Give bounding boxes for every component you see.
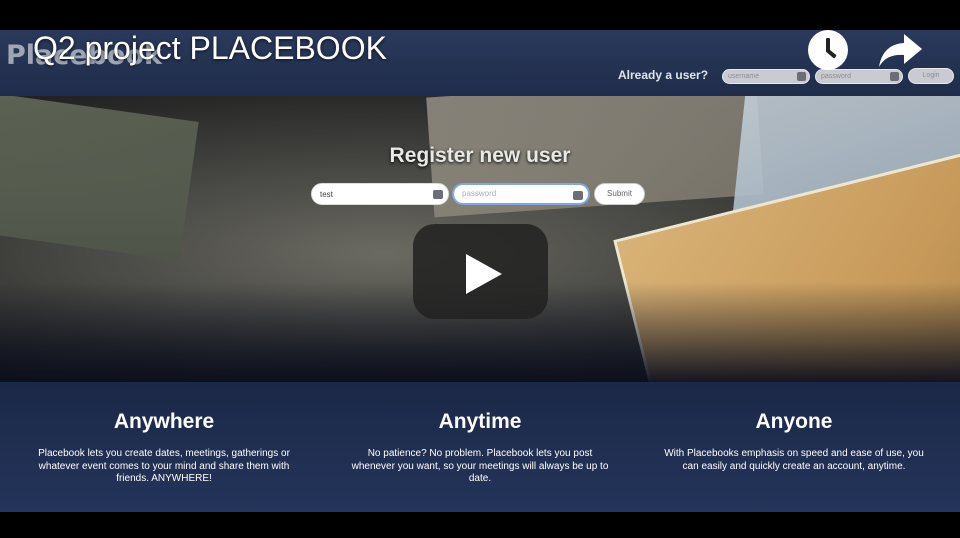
login-username-placeholder: username	[728, 73, 760, 80]
feature-text: With Placebooks emphasis on speed and ea…	[664, 448, 924, 472]
feature-text: Placebook lets you create dates, meeting…	[38, 448, 290, 484]
keyboard-icon	[433, 190, 443, 199]
feature-anytime: Anytime No patience? No problem. Placebo…	[349, 410, 611, 486]
video-title[interactable]: Q2 project PLACEBOOK	[33, 30, 387, 67]
register-title: Register new user	[389, 144, 571, 167]
feature-title: Anyone	[755, 410, 833, 433]
feature-anywhere: Anywhere Placebook lets you create dates…	[34, 410, 294, 486]
submit-button[interactable]: Submit	[594, 183, 645, 205]
clock-hand	[825, 48, 837, 59]
login-password-placeholder: password	[821, 73, 851, 80]
feature-title: Anywhere	[113, 410, 215, 433]
feature-title: Anytime	[438, 410, 522, 433]
feature-text: No patience? No problem. Placebook lets …	[351, 448, 609, 484]
play-icon	[466, 254, 502, 294]
register-password-field[interactable]: password	[452, 183, 590, 205]
play-button[interactable]	[413, 224, 548, 319]
keyboard-icon	[797, 72, 806, 81]
login-username-field[interactable]: username	[722, 69, 810, 84]
register-password-placeholder: password	[462, 189, 497, 198]
clock-icon[interactable]	[808, 30, 848, 70]
register-username-field[interactable]: test	[311, 183, 449, 205]
feature-anyone: Anyone With Placebooks emphasis on speed…	[664, 410, 924, 473]
keyboard-icon	[573, 191, 583, 200]
already-user-label: Already a user?	[618, 68, 709, 82]
register-username-value: test	[320, 190, 333, 199]
features-section: Anywhere Placebook lets you create dates…	[0, 382, 960, 512]
share-arrow-icon[interactable]	[876, 32, 924, 75]
